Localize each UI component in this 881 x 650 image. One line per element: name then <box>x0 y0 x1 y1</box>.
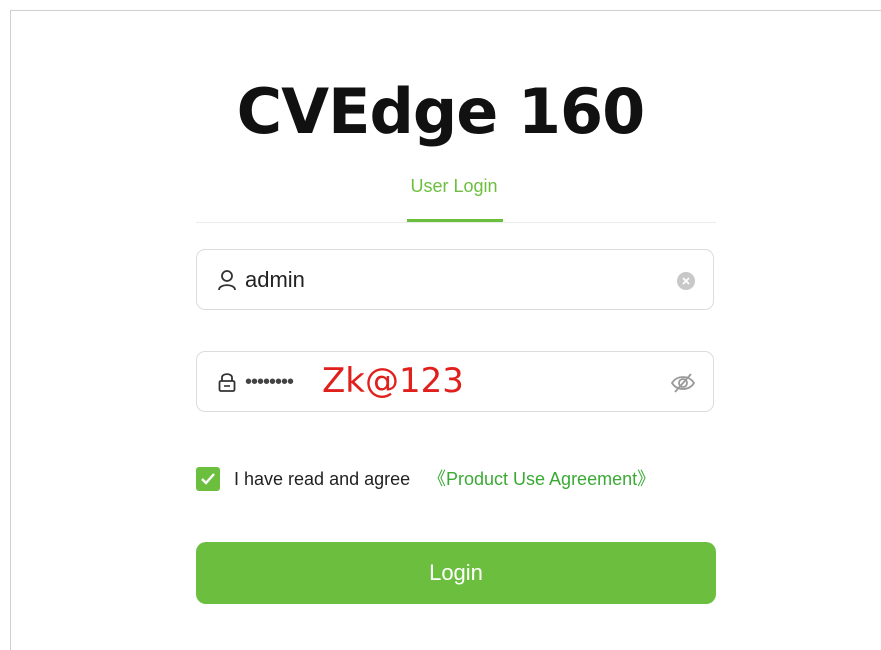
tab-user-login[interactable]: User Login <box>405 174 503 222</box>
clear-icon[interactable] <box>677 272 695 290</box>
password-annotation: Zk@123 <box>322 361 464 401</box>
check-icon <box>201 473 215 485</box>
login-button[interactable]: Login <box>196 542 716 604</box>
password-masked-value[interactable]: •••••••• <box>245 370 294 394</box>
eye-off-icon[interactable] <box>669 370 697 396</box>
lock-icon <box>217 371 237 393</box>
product-agreement-link[interactable]: 《Product Use Agreement》 <box>428 467 655 491</box>
tab-divider <box>196 222 716 223</box>
username-field[interactable] <box>196 249 714 310</box>
agreement-label: I have read and agree <box>234 469 411 489</box>
app-title: CVEdge 160 <box>236 75 646 148</box>
user-icon <box>217 269 237 291</box>
username-input[interactable] <box>245 266 625 294</box>
agreement-checkbox[interactable] <box>196 467 220 491</box>
